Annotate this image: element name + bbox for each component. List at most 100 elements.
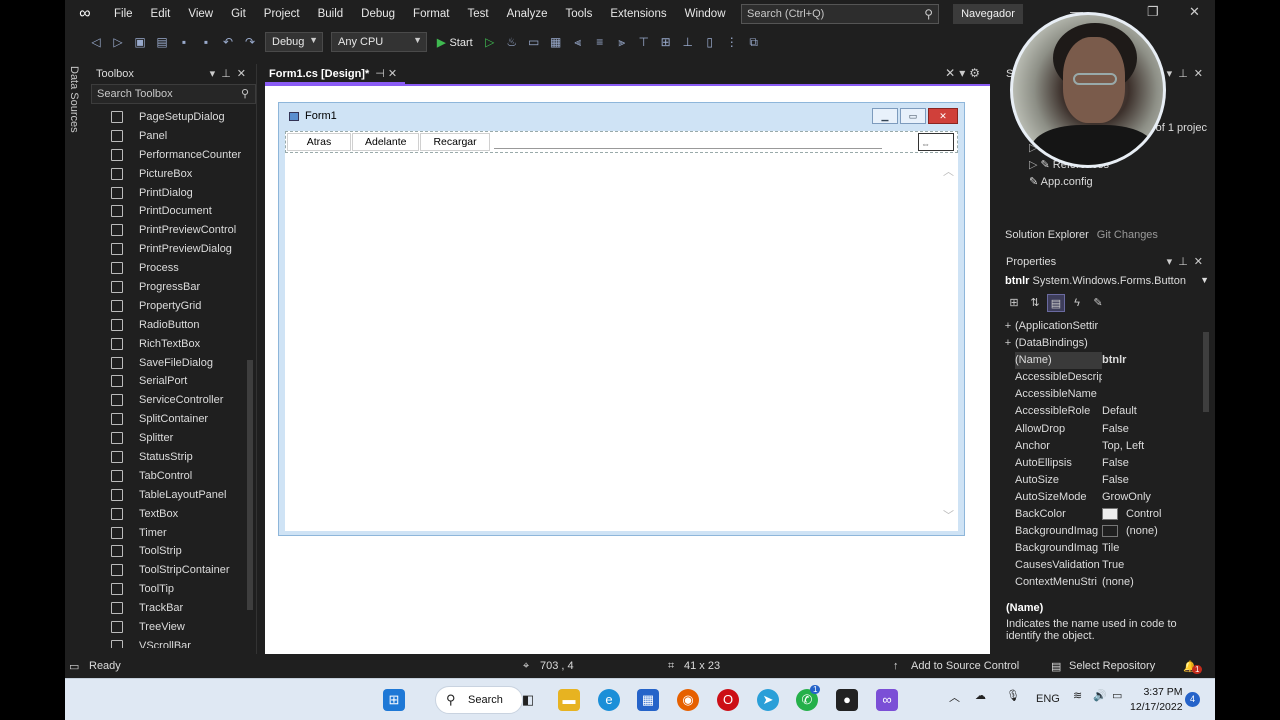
property-value[interactable]: GrowOnly xyxy=(1102,489,1201,506)
align-left-icon[interactable]: ⫷ xyxy=(570,34,586,50)
toolbox-item[interactable]: PrintPreviewControl xyxy=(91,221,256,240)
toolbox-item[interactable]: StatusStrip xyxy=(91,448,256,467)
add-to-source-control[interactable]: Add to Source Control xyxy=(911,660,1019,672)
folder-icon[interactable]: ▭ xyxy=(526,34,542,50)
expand-icon[interactable]: + xyxy=(1001,335,1015,352)
form-toolbar-panel[interactable]: Atras Adelante Recargar ⇔ xyxy=(285,131,958,153)
menu-item-git[interactable]: Git xyxy=(222,8,255,20)
toolbox-item[interactable]: TabControl xyxy=(91,467,256,486)
property-value[interactable]: Default xyxy=(1102,403,1201,420)
order-icon[interactable]: ⧉ xyxy=(746,34,762,50)
toolbox-item[interactable]: ToolTip xyxy=(91,580,256,599)
property-row[interactable]: AutoEllipsis False xyxy=(1001,455,1201,472)
task-view-icon[interactable]: ◧ xyxy=(517,689,539,711)
align-top-icon[interactable]: ⊤ xyxy=(636,34,652,50)
spacing-icon[interactable]: ⋮ xyxy=(724,34,740,50)
btnlr-button[interactable]: ⇔ xyxy=(918,133,954,151)
property-value[interactable]: Control xyxy=(1102,506,1201,523)
file-explorer-icon[interactable]: ▬ xyxy=(558,689,580,711)
start-icon[interactable]: ⊞ xyxy=(383,689,405,711)
solution-name-badge[interactable]: Navegador xyxy=(953,4,1023,24)
tab-git-changes[interactable]: Git Changes xyxy=(1093,226,1162,246)
menu-item-analyze[interactable]: Analyze xyxy=(498,8,557,20)
toolbox-item[interactable]: ServiceController xyxy=(91,391,256,410)
edge-icon[interactable]: e xyxy=(598,689,620,711)
menu-item-build[interactable]: Build xyxy=(309,8,353,20)
vs-logo-icon[interactable]: ∞ xyxy=(65,0,105,28)
back-icon[interactable]: ◁ xyxy=(88,34,104,50)
property-row[interactable]: AutoSize False xyxy=(1001,472,1201,489)
property-row[interactable]: AccessibleDescrip xyxy=(1001,369,1201,386)
toolbox-item[interactable]: RichTextBox xyxy=(91,335,256,354)
menu-item-format[interactable]: Format xyxy=(404,8,458,20)
layout-icon[interactable]: ▦ xyxy=(548,34,564,50)
property-row[interactable]: Anchor Top, Left xyxy=(1001,438,1201,455)
menu-item-window[interactable]: Window xyxy=(676,8,735,20)
property-row[interactable]: ContextMenuStri (none) xyxy=(1001,574,1201,588)
opera-icon[interactable]: O xyxy=(717,689,739,711)
toolbox-item[interactable]: Panel xyxy=(91,127,256,146)
categorized-icon[interactable]: ⊞ xyxy=(1005,294,1023,312)
toolbox-item[interactable]: PrintDocument xyxy=(91,202,256,221)
property-value[interactable] xyxy=(1102,369,1201,386)
toolbox-item[interactable]: SaveFileDialog xyxy=(91,354,256,373)
property-value[interactable]: False xyxy=(1102,472,1201,489)
menu-item-view[interactable]: View xyxy=(179,8,222,20)
menu-item-extensions[interactable]: Extensions xyxy=(601,8,675,20)
property-value[interactable]: btnlr xyxy=(1102,352,1201,369)
toolbox-item[interactable]: PrintDialog xyxy=(91,184,256,203)
pane-controls-icon[interactable]: ▾⊥✕ xyxy=(210,67,252,80)
property-row[interactable]: (Name) btnlr xyxy=(1001,352,1201,370)
menu-item-file[interactable]: File xyxy=(105,8,142,20)
align-center-icon[interactable]: ≡ xyxy=(592,34,608,50)
open-icon[interactable]: ▤ xyxy=(154,34,170,50)
designer-surface[interactable]: Form1 ▁ ▭ ✕ Atras Adelante Recargar ⇔ ︿ ﹀ xyxy=(265,86,990,654)
pane-controls-icon[interactable]: ▾⊥✕ xyxy=(1167,255,1209,268)
property-value[interactable] xyxy=(1102,386,1201,403)
align-bottom-icon[interactable]: ⊥ xyxy=(680,34,696,50)
config-dropdown[interactable]: Debug ▼ xyxy=(265,32,323,52)
redo-icon[interactable]: ↷ xyxy=(242,34,258,50)
events-icon[interactable]: ϟ xyxy=(1068,294,1086,312)
recorder-icon[interactable]: ● xyxy=(836,689,858,711)
volume-icon[interactable]: 🔊 xyxy=(1093,689,1107,702)
microphone-icon[interactable]: 🎙 xyxy=(1006,689,1020,702)
select-repository[interactable]: Select Repository xyxy=(1069,660,1155,672)
output-icon[interactable]: ▭ xyxy=(69,660,79,673)
telegram-icon[interactable]: ➤ xyxy=(757,689,779,711)
expand-icon[interactable]: + xyxy=(1001,318,1015,335)
property-value[interactable]: False xyxy=(1102,421,1201,438)
hot-reload-icon[interactable]: ♨ xyxy=(504,34,520,50)
property-row[interactable]: BackgroundImag (none) xyxy=(1001,523,1201,540)
web-browser-control[interactable]: ︿ ﹀ xyxy=(285,153,958,531)
toolbox-item[interactable]: SerialPort xyxy=(91,372,256,391)
property-row[interactable]: BackgroundImag Tile xyxy=(1001,540,1201,557)
property-value[interactable]: True xyxy=(1102,557,1201,574)
property-scrollbar[interactable] xyxy=(1201,318,1211,590)
start-button[interactable]: ▶ Start xyxy=(437,36,473,49)
toolbox-item[interactable]: PageSetupDialog xyxy=(91,108,256,127)
form-window[interactable]: Form1 ▁ ▭ ✕ Atras Adelante Recargar ⇔ ︿ ﹀ xyxy=(278,102,965,536)
align-right-icon[interactable]: ⫸ xyxy=(614,34,630,50)
object-selector[interactable]: btnlr System.Windows.Forms.Button ▼ xyxy=(1001,272,1213,292)
menu-item-debug[interactable]: Debug xyxy=(352,8,404,20)
toolbox-item[interactable]: TableLayoutPanel xyxy=(91,486,256,505)
store-icon[interactable]: ▦ xyxy=(637,689,659,711)
toolbox-item[interactable]: TrackBar xyxy=(91,599,256,618)
property-row[interactable]: CausesValidation True xyxy=(1001,557,1201,574)
forward-icon[interactable]: ▷ xyxy=(110,34,126,50)
property-row[interactable]: + (DataBindings) xyxy=(1001,335,1201,352)
save-all-icon[interactable]: ▪ xyxy=(198,34,214,50)
restore-icon[interactable]: ❐ xyxy=(1147,4,1159,20)
language-indicator[interactable]: ENG xyxy=(1036,693,1060,705)
new-project-icon[interactable]: ▣ xyxy=(132,34,148,50)
taskbar-search[interactable]: ⚲ Search xyxy=(435,686,523,714)
form-button-atras[interactable]: Atras xyxy=(287,133,351,151)
toolbox-item[interactable]: ProgressBar xyxy=(91,278,256,297)
properties-icon[interactable]: ▤ xyxy=(1047,294,1065,312)
doc-controls-icon[interactable]: ✕▾⚙ xyxy=(945,66,984,80)
property-value[interactable]: (none) xyxy=(1102,574,1201,588)
toolbox-item[interactable]: ToolStripContainer xyxy=(91,561,256,580)
property-row[interactable]: BackColor Control xyxy=(1001,506,1201,523)
property-row[interactable]: AllowDrop False xyxy=(1001,421,1201,438)
